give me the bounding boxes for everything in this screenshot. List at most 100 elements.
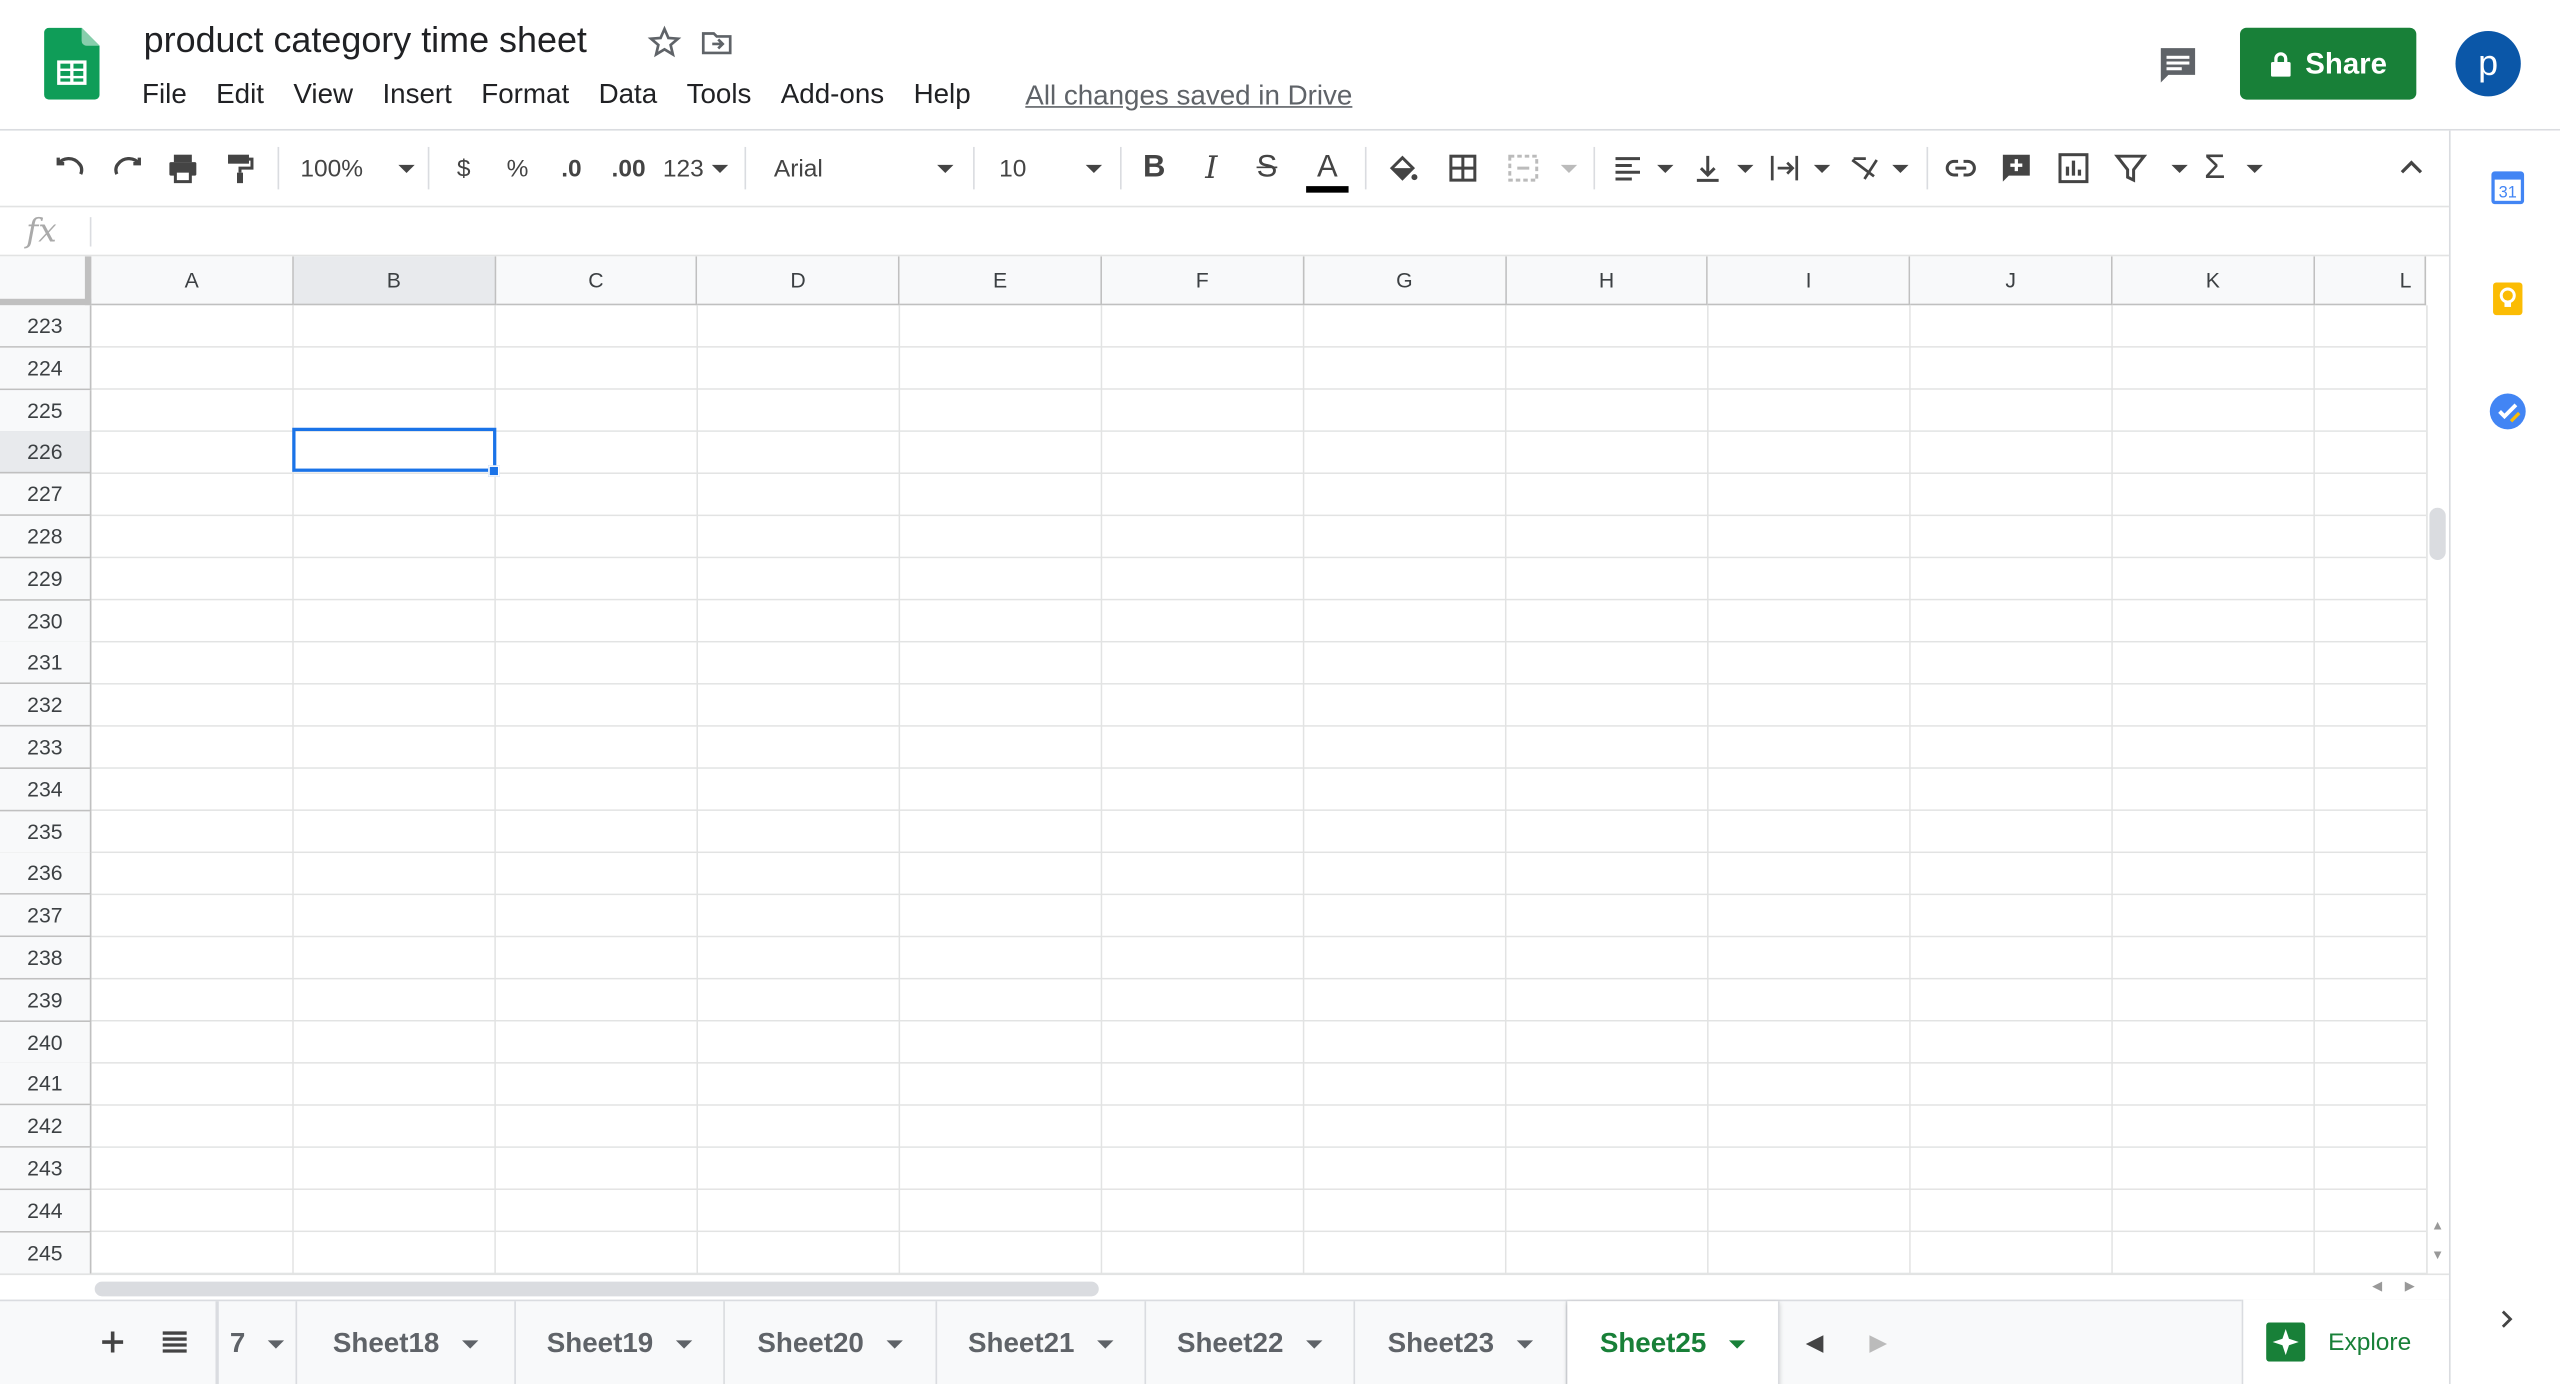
- text-rotation-icon[interactable]: [1847, 147, 1909, 189]
- document-title[interactable]: product category time sheet: [144, 20, 587, 62]
- percent-format-button[interactable]: %: [501, 147, 534, 189]
- menu-edit[interactable]: Edit: [216, 78, 264, 111]
- keep-icon[interactable]: [2490, 281, 2526, 317]
- vertical-scroll-thumb[interactable]: [2429, 507, 2446, 560]
- row-header[interactable]: 241: [0, 1063, 92, 1106]
- column-header[interactable]: D: [697, 256, 900, 306]
- undo-icon[interactable]: [52, 147, 88, 189]
- row-header[interactable]: 242: [0, 1105, 92, 1149]
- row-header[interactable]: 233: [0, 726, 92, 769]
- sheet-tab[interactable]: 7: [215, 1301, 298, 1384]
- row-header[interactable]: 225: [0, 389, 92, 432]
- row-header[interactable]: 237: [0, 894, 92, 938]
- vertical-scrollbar[interactable]: [2426, 305, 2449, 1274]
- increase-decimal-button[interactable]: .00: [604, 147, 653, 189]
- row-header[interactable]: 231: [0, 642, 92, 685]
- borders-icon[interactable]: [1445, 147, 1481, 189]
- horizontal-scroll-thumb[interactable]: [94, 1281, 1099, 1297]
- account-avatar[interactable]: p: [2455, 31, 2521, 97]
- scroll-tabs-right-icon[interactable]: ▶: [1869, 1329, 1887, 1357]
- menu-tools[interactable]: Tools: [687, 78, 752, 111]
- row-header[interactable]: 227: [0, 473, 92, 517]
- column-header[interactable]: C: [495, 256, 698, 306]
- share-button[interactable]: Share: [2239, 27, 2417, 100]
- comment-history-icon[interactable]: [2155, 42, 2201, 88]
- calendar-icon[interactable]: 31: [2490, 170, 2526, 206]
- bold-icon[interactable]: B: [1138, 147, 1171, 189]
- font-select[interactable]: Arial: [774, 147, 954, 189]
- filter-icon[interactable]: [2113, 147, 2188, 189]
- decrease-decimal-button[interactable]: .0: [552, 147, 591, 189]
- italic-icon[interactable]: I: [1195, 147, 1228, 189]
- tasks-icon[interactable]: [2488, 392, 2527, 431]
- vertical-align-icon[interactable]: [1691, 147, 1754, 189]
- fill-color-icon[interactable]: [1384, 147, 1420, 189]
- row-header[interactable]: 229: [0, 558, 92, 601]
- sheet-tab[interactable]: Sheet19: [516, 1301, 725, 1384]
- row-header[interactable]: 240: [0, 1021, 92, 1064]
- explore-button[interactable]: Explore: [2241, 1299, 2449, 1384]
- column-header[interactable]: G: [1304, 256, 1507, 306]
- column-header[interactable]: B: [293, 256, 496, 306]
- hscroll-arrows[interactable]: ◀ ▶: [2361, 1278, 2426, 1298]
- paint-format-icon[interactable]: [222, 147, 258, 189]
- fill-handle[interactable]: [488, 465, 500, 477]
- select-all-corner[interactable]: [0, 256, 92, 306]
- move-to-folder-icon[interactable]: [699, 24, 735, 60]
- column-header[interactable]: H: [1506, 256, 1709, 306]
- row-header[interactable]: 245: [0, 1231, 92, 1274]
- sheet-tab[interactable]: Sheet22: [1146, 1301, 1356, 1384]
- menu-file[interactable]: File: [142, 78, 187, 111]
- column-header[interactable]: A: [91, 256, 294, 306]
- more-formats-select[interactable]: 123: [663, 147, 729, 189]
- column-header[interactable]: L: [2314, 256, 2427, 306]
- all-sheets-list-icon[interactable]: [157, 1324, 193, 1360]
- column-header[interactable]: E: [899, 256, 1103, 306]
- star-icon[interactable]: [647, 24, 683, 60]
- text-wrapping-icon[interactable]: [1768, 147, 1831, 189]
- column-header[interactable]: J: [1910, 256, 2113, 306]
- text-color-icon[interactable]: A: [1306, 147, 1349, 196]
- column-header[interactable]: I: [1708, 256, 1911, 306]
- chevron-right-icon[interactable]: [2493, 1306, 2519, 1332]
- sheet-tab[interactable]: Sheet20: [725, 1301, 938, 1384]
- menu-add-ons[interactable]: Add-ons: [781, 78, 884, 111]
- insert-chart-icon[interactable]: [2056, 147, 2092, 189]
- add-sheet-icon[interactable]: [95, 1324, 131, 1360]
- menu-data[interactable]: Data: [599, 78, 658, 111]
- sheet-tab-active[interactable]: Sheet25: [1567, 1301, 1780, 1384]
- row-header[interactable]: 244: [0, 1189, 92, 1233]
- print-icon[interactable]: [165, 147, 201, 189]
- sheet-tab[interactable]: Sheet18: [297, 1301, 516, 1384]
- currency-format-button[interactable]: $: [447, 147, 480, 189]
- sheet-tab[interactable]: Sheet21: [937, 1301, 1147, 1384]
- row-header[interactable]: 235: [0, 810, 92, 854]
- menu-view[interactable]: View: [293, 78, 353, 111]
- row-header[interactable]: 230: [0, 600, 92, 643]
- horizontal-align-icon[interactable]: [1611, 147, 1674, 189]
- formula-input[interactable]: [104, 217, 2390, 250]
- sheets-logo-icon[interactable]: [44, 27, 100, 100]
- menu-help[interactable]: Help: [914, 78, 971, 111]
- redo-icon[interactable]: [109, 147, 145, 189]
- column-header[interactable]: F: [1102, 256, 1305, 306]
- row-header[interactable]: 238: [0, 937, 92, 980]
- insert-comment-icon[interactable]: [1998, 147, 2034, 189]
- row-header[interactable]: 239: [0, 979, 92, 1022]
- row-header[interactable]: 223: [0, 305, 92, 348]
- row-header[interactable]: 226: [0, 431, 92, 475]
- collapse-menu-icon[interactable]: [2393, 147, 2429, 189]
- menu-insert[interactable]: Insert: [382, 78, 451, 111]
- horizontal-scrollbar[interactable]: ◀ ▶: [0, 1273, 2449, 1299]
- zoom-select[interactable]: 100%: [300, 147, 415, 189]
- scroll-arrows[interactable]: ▲ ▼: [2428, 1211, 2448, 1270]
- row-header[interactable]: 224: [0, 347, 92, 390]
- row-header[interactable]: 234: [0, 768, 92, 812]
- insert-link-icon[interactable]: [1941, 147, 1980, 189]
- row-header[interactable]: 228: [0, 515, 92, 559]
- column-header[interactable]: K: [2112, 256, 2315, 306]
- sheet-tab[interactable]: Sheet23: [1355, 1301, 1568, 1384]
- save-status-link[interactable]: All changes saved in Drive: [1025, 80, 1352, 113]
- font-size-select[interactable]: 10: [999, 147, 1103, 189]
- strikethrough-icon[interactable]: S: [1251, 147, 1284, 189]
